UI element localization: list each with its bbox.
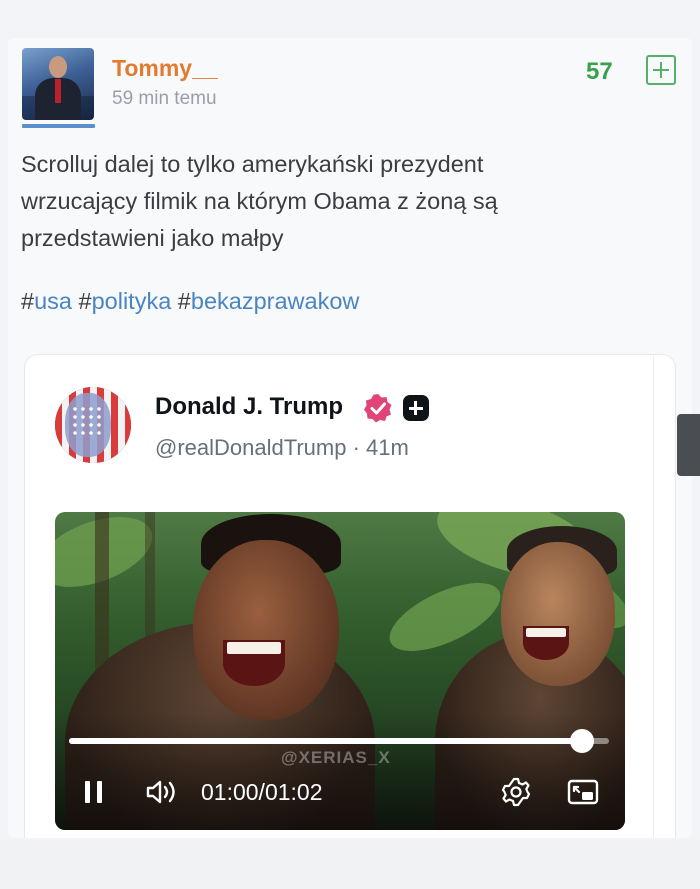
- video-progress-bar[interactable]: [69, 729, 609, 753]
- video-progress-thumb[interactable]: [570, 729, 594, 753]
- tag-list: #usa #polityka #bekazprawakow: [21, 288, 359, 315]
- picture-in-picture-icon[interactable]: [567, 779, 599, 805]
- tag-polityka[interactable]: #polityka: [79, 288, 172, 314]
- video-watermark: @XERIAS_X: [281, 748, 391, 767]
- plus-vote-icon[interactable]: [646, 55, 676, 85]
- jeja-side-tab[interactable]: jeja.pl: [677, 414, 700, 476]
- video-controls: 01:00/01:02: [55, 767, 625, 817]
- embed-handle-and-time: @realDonaldTrump · 41m: [155, 435, 409, 460]
- embedded-post[interactable]: Donald J. Trump @realDonaldTrump · 41m @…: [24, 354, 676, 838]
- post-card: Tommy__ 59 min temu 57 Scrolluj dalej to…: [8, 38, 692, 838]
- video-progress-fill: [69, 738, 582, 744]
- pause-icon[interactable]: [85, 781, 103, 803]
- tag-usa[interactable]: #usa: [21, 288, 72, 314]
- avatar-underline: [22, 124, 95, 128]
- video-time: 01:00/01:02: [201, 779, 323, 805]
- embed-author-name[interactable]: Donald J. Trump: [155, 393, 343, 421]
- verified-badge-icon: [364, 394, 392, 423]
- video-player[interactable]: @XERIAS_X 01:00/01:02: [55, 512, 625, 830]
- tag-bekazprawakow[interactable]: #bekazprawakow: [178, 288, 360, 314]
- vote-count: 57: [586, 58, 613, 85]
- volume-icon[interactable]: [145, 778, 179, 806]
- bottom-band: [0, 840, 700, 889]
- post-text: Scrolluj dalej to tylko amerykański prez…: [21, 151, 498, 251]
- author-avatar[interactable]: [22, 48, 94, 120]
- subscription-plus-icon: [403, 395, 429, 421]
- settings-gear-icon[interactable]: [501, 777, 531, 807]
- author-username[interactable]: Tommy__: [112, 55, 218, 82]
- embed-author-avatar[interactable]: [55, 387, 131, 463]
- post-timestamp: 59 min temu: [112, 88, 217, 109]
